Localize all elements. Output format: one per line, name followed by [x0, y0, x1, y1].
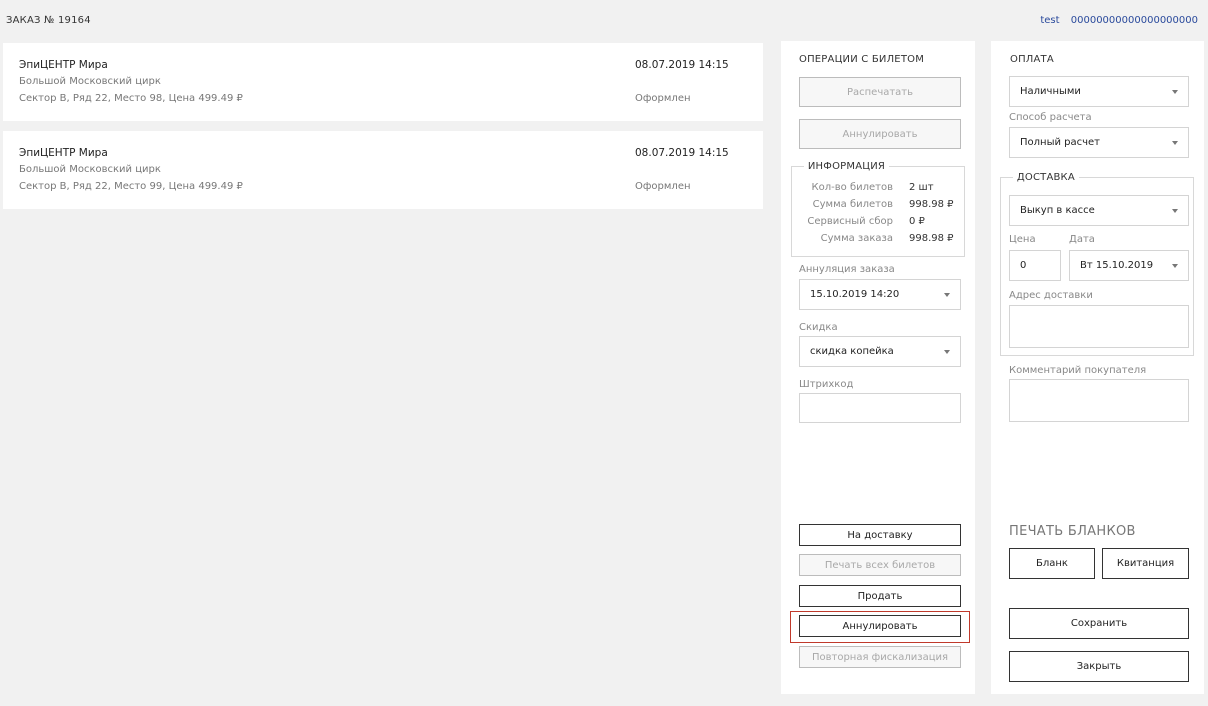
chevron-down-icon: [944, 349, 950, 354]
delivery-address-input[interactable]: [1009, 305, 1189, 348]
ticket-event: ЭпиЦЕНТР Мира: [19, 147, 108, 159]
user-name[interactable]: test: [1040, 15, 1059, 26]
calc-method-label: Способ расчета: [1009, 112, 1092, 123]
payment-method-select[interactable]: Наличными: [1009, 76, 1189, 107]
ticket-card[interactable]: ЭпиЦЕНТР Мира Большой Московский цирк Се…: [3, 43, 763, 121]
info-value: 2 шт: [909, 182, 934, 193]
blank-button[interactable]: Бланк: [1009, 548, 1095, 579]
info-legend: ИНФОРМАЦИЯ: [807, 161, 886, 172]
ticket-datetime: 08.07.2019 14:15: [635, 147, 729, 159]
chevron-down-icon: [944, 292, 950, 297]
info-value: 998.98 ₽: [909, 199, 954, 210]
cancel-order-button[interactable]: Аннулировать: [799, 615, 961, 637]
barcode-input[interactable]: [799, 393, 961, 423]
ticket-card[interactable]: ЭпиЦЕНТР Мира Большой Московский цирк Се…: [3, 131, 763, 209]
order-title: ЗАКАЗ № 19164: [6, 15, 91, 26]
receipt-button[interactable]: Квитанция: [1102, 548, 1189, 579]
operations-heading: ОПЕРАЦИИ С БИЛЕТОМ: [799, 54, 925, 65]
delivery-type-value: Выкуп в кассе: [1020, 205, 1095, 216]
print-forms-heading: ПЕЧАТЬ БЛАНКОВ: [1009, 524, 1136, 539]
cancel-ticket-button[interactable]: Аннулировать: [799, 119, 961, 149]
delivery-address-label: Адрес доставки: [1009, 290, 1093, 301]
operations-panel: ОПЕРАЦИИ С БИЛЕТОМ Распечатать Аннулиров…: [781, 41, 975, 694]
info-value: 998.98 ₽: [909, 233, 954, 244]
account-number: 00000000000000000000: [1070, 15, 1198, 26]
delivery-date-select[interactable]: Вт 15.10.2019: [1069, 250, 1189, 281]
chevron-down-icon: [1172, 89, 1178, 94]
user-info: test 00000000000000000000: [1040, 15, 1198, 26]
info-key: Сервисный сбор: [807, 216, 893, 227]
annulment-date-value: 15.10.2019 14:20: [810, 289, 900, 300]
ticket-datetime: 08.07.2019 14:15: [635, 59, 729, 71]
info-row: Кол-во билетов 2 шт: [791, 182, 961, 198]
payment-method-value: Наличными: [1020, 86, 1081, 97]
calc-method-value: Полный расчет: [1020, 137, 1100, 148]
sell-button[interactable]: Продать: [799, 585, 961, 607]
info-key: Сумма заказа: [820, 233, 893, 244]
ticket-seat: Сектор В, Ряд 22, Место 99, Цена 499.49 …: [19, 181, 243, 192]
info-rows: Кол-во билетов 2 шт Сумма билетов 998.98…: [791, 181, 965, 261]
barcode-label: Штрихкод: [799, 379, 854, 390]
ticket-status: Оформлен: [635, 181, 691, 192]
refiscalization-button[interactable]: Повторная фискализация: [799, 646, 961, 668]
annulment-label: Аннуляция заказа: [799, 264, 895, 275]
delivery-legend: ДОСТАВКА: [1016, 172, 1075, 183]
delivery-type-select[interactable]: Выкуп в кассе: [1009, 195, 1189, 226]
discount-label: Скидка: [799, 322, 838, 333]
info-row: Сервисный сбор 0 ₽: [791, 216, 961, 232]
ticket-venue: Большой Московский цирк: [19, 76, 161, 87]
payment-panel: ОПЛАТА Наличными Способ расчета Полный р…: [991, 41, 1204, 694]
ticket-venue: Большой Московский цирк: [19, 164, 161, 175]
ticket-seat: Сектор В, Ряд 22, Место 98, Цена 499.49 …: [19, 93, 243, 104]
discount-select[interactable]: скидка копейка: [799, 336, 961, 367]
info-key: Сумма билетов: [812, 199, 893, 210]
info-value: 0 ₽: [909, 216, 925, 227]
ticket-event: ЭпиЦЕНТР Мира: [19, 59, 108, 71]
to-delivery-button[interactable]: На доставку: [799, 524, 961, 546]
delivery-date-value: Вт 15.10.2019: [1080, 260, 1154, 271]
print-all-tickets-button[interactable]: Печать всех билетов: [799, 554, 961, 576]
save-button[interactable]: Сохранить: [1009, 608, 1189, 639]
delivery-price-label: Цена: [1009, 234, 1036, 245]
info-key: Кол-во билетов: [811, 182, 893, 193]
info-row: Сумма заказа 998.98 ₽: [791, 233, 961, 249]
close-button[interactable]: Закрыть: [1009, 651, 1189, 682]
delivery-price-input[interactable]: 0: [1009, 250, 1061, 281]
ticket-status: Оформлен: [635, 93, 691, 104]
chevron-down-icon: [1172, 140, 1178, 145]
annulment-date-select[interactable]: 15.10.2019 14:20: [799, 279, 961, 310]
chevron-down-icon: [1172, 208, 1178, 213]
print-ticket-button[interactable]: Распечатать: [799, 77, 961, 107]
chevron-down-icon: [1172, 263, 1178, 268]
info-row: Сумма билетов 998.98 ₽: [791, 199, 961, 215]
delivery-date-label: Дата: [1069, 234, 1095, 245]
buyer-comment-input[interactable]: [1009, 379, 1189, 422]
payment-heading: ОПЛАТА: [1010, 54, 1054, 65]
buyer-comment-label: Комментарий покупателя: [1009, 365, 1147, 376]
calc-method-select[interactable]: Полный расчет: [1009, 127, 1189, 158]
discount-value: скидка копейка: [810, 346, 894, 357]
